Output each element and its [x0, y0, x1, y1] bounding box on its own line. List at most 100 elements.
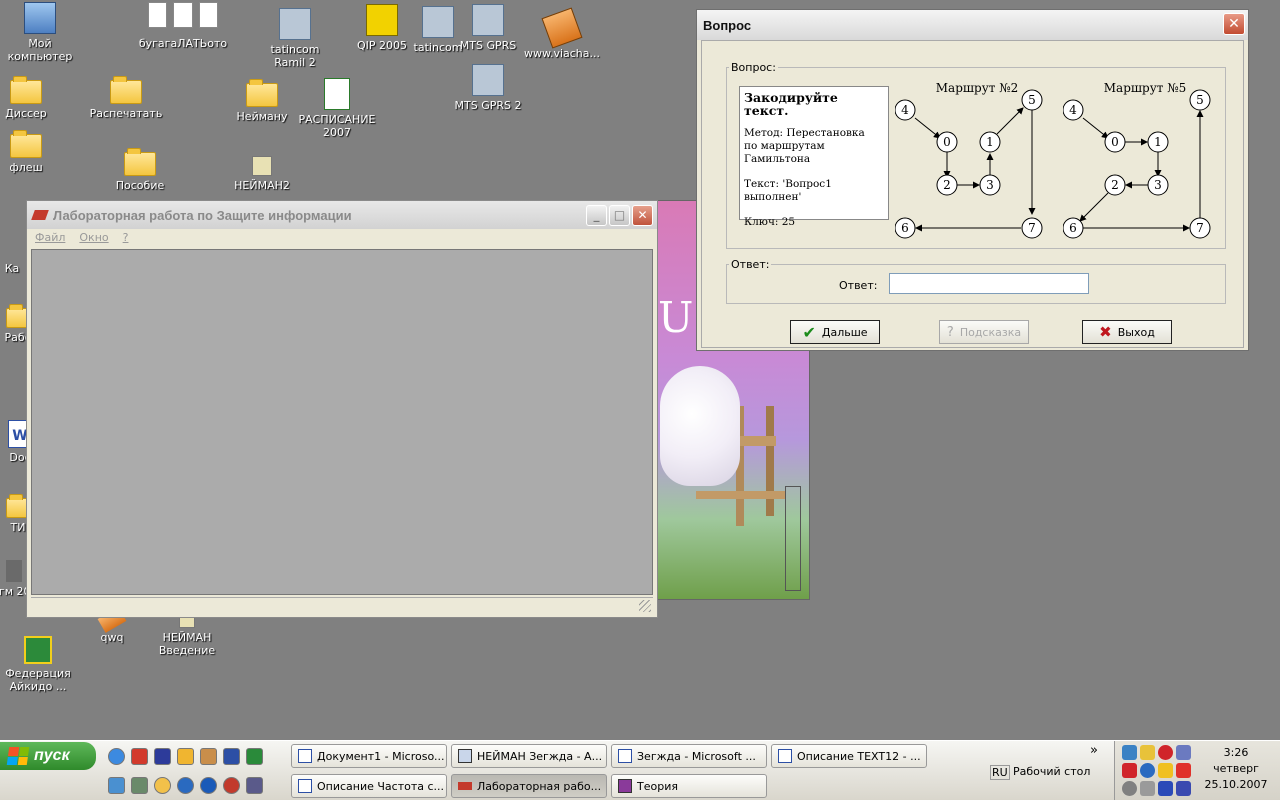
dialog-titlebar[interactable]: Вопрос ✕ — [697, 10, 1248, 40]
task-lab-work[interactable]: Лабораторная рабо... — [451, 774, 607, 798]
taskbar-chevron[interactable]: » — [1090, 743, 1098, 758]
desktop-icon-disser[interactable]: Диссер — [0, 76, 66, 120]
desktop-icon-neymanu[interactable]: Нейману — [222, 79, 302, 123]
route-2-node-5: 5 — [1021, 89, 1043, 111]
route-2-node-4: 4 — [894, 99, 916, 121]
svg-text:5: 5 — [1196, 93, 1204, 107]
svg-text:0: 0 — [1111, 135, 1119, 149]
folder-icon — [124, 148, 156, 176]
close-button[interactable]: ✕ — [632, 205, 653, 226]
volume-icon[interactable] — [1140, 781, 1155, 796]
desktop-toolbar[interactable]: Рабочий стол — [1013, 765, 1090, 778]
answer-group: Ответ: Ответ: — [726, 258, 1226, 304]
internet-explorer-icon[interactable] — [108, 748, 125, 765]
desktop-icon-tatincom-ramil[interactable]: tatincom Ramil 2 — [255, 8, 335, 69]
maximize-button[interactable]: □ — [609, 205, 630, 226]
task-opisanie-chastota[interactable]: Описание Частота с... — [291, 774, 447, 798]
antivirus-icon[interactable] — [1176, 763, 1191, 778]
menu-window[interactable]: Окно — [79, 229, 108, 247]
pencil-icon[interactable] — [177, 748, 194, 765]
desktop-icon-flesh[interactable]: флеш — [0, 130, 66, 174]
task-document1[interactable]: Документ1 - Microso... — [291, 744, 447, 768]
network-icon[interactable] — [1122, 745, 1137, 760]
svg-text:7: 7 — [1028, 221, 1036, 235]
route-5-node-1: 1 — [1147, 131, 1169, 153]
desktop-icon-raspisanie[interactable]: РАСПИСАНИЕ 2007 — [297, 78, 377, 139]
desktop-icon-neyman-vvedenie[interactable]: НЕЙМАН Введение — [147, 612, 227, 657]
task-opisanie-text12[interactable]: Описание TEXT12 - ... — [771, 744, 927, 768]
app-icon[interactable] — [246, 777, 263, 794]
lightning-icon[interactable] — [1140, 745, 1155, 760]
clock-icon[interactable] — [154, 777, 171, 794]
answer-input[interactable] — [889, 273, 1089, 294]
documents-icon — [148, 2, 218, 34]
resize-grip-icon[interactable] — [639, 600, 651, 612]
question-heading: Закодируйте текст. — [744, 90, 838, 118]
settings-icon[interactable] — [1122, 781, 1137, 796]
search-icon[interactable] — [177, 777, 194, 794]
question-group-label: Вопрос: — [731, 61, 776, 74]
question-method: Метод: Перестановка по маршрутам Гамильто… — [744, 127, 865, 165]
minimize-button[interactable]: _ — [586, 205, 607, 226]
excel-document-icon — [324, 78, 350, 110]
language-indicator[interactable]: RU — [990, 765, 1010, 780]
clock[interactable]: 3:26 четверг 25.10.2007 — [1196, 745, 1276, 793]
signature — [785, 486, 801, 591]
route-2-node-3: 3 — [979, 174, 1001, 196]
media-player-icon[interactable] — [200, 777, 217, 794]
excel-icon[interactable] — [246, 748, 263, 765]
warning-icon[interactable] — [1158, 763, 1173, 778]
word-icon[interactable] — [223, 748, 240, 765]
svg-text:0: 0 — [943, 135, 951, 149]
exit-button[interactable]: ✖ Выход — [1082, 320, 1172, 344]
folder-icon — [246, 79, 278, 107]
quick-launch-row-2 — [108, 777, 263, 794]
task-zegzhda-word[interactable]: Зегжда - Microsoft ... — [611, 744, 767, 768]
desktop-icon-mts-gprs[interactable]: MTS GPRS — [448, 4, 528, 52]
app-icon[interactable] — [223, 777, 240, 794]
desktop-icon-neyman2[interactable]: НЕЙМАН2 — [222, 156, 302, 192]
winamp-icon — [541, 7, 583, 49]
route-2-node-6: 6 — [894, 217, 916, 239]
user-icon[interactable] — [200, 748, 217, 765]
app-icon[interactable] — [131, 777, 148, 794]
word-icon — [298, 779, 312, 793]
answer-group-label: Ответ: — [731, 258, 770, 271]
desktop-icon-viacha[interactable]: www.viacha... — [522, 7, 602, 60]
route-5-node-6: 6 — [1062, 217, 1084, 239]
next-button[interactable]: ✔ Дальше — [790, 320, 880, 344]
desktop-icon-federaciya[interactable]: Федерация Айкидо ... — [0, 636, 78, 693]
update-icon[interactable] — [1140, 763, 1155, 778]
desktop-icon-posobie[interactable]: Пособие — [100, 148, 180, 192]
ru-icon[interactable] — [1158, 781, 1173, 796]
triangle-app-icon[interactable] — [131, 748, 148, 765]
menu-help[interactable]: ? — [123, 229, 129, 247]
trash-icon[interactable] — [1176, 781, 1191, 796]
clock-day: четверг — [1213, 762, 1259, 775]
lab-window-titlebar[interactable]: Лабораторная работа по Защите информации — [27, 201, 657, 229]
desktop-icon-mts-gprs-2[interactable]: MTS GPRS 2 — [448, 64, 528, 112]
folder-icon — [10, 76, 42, 104]
disconnected-icon[interactable] — [1176, 745, 1191, 760]
app-icon[interactable] — [108, 777, 125, 794]
route-5-node-2: 2 — [1104, 174, 1126, 196]
floppy-icon[interactable] — [154, 748, 171, 765]
route-2-title: Маршрут №2 — [936, 82, 1018, 95]
start-button[interactable]: пуск — [0, 742, 96, 770]
hint-button[interactable]: ? Подсказка — [939, 320, 1029, 344]
menu-file[interactable]: Файл — [35, 229, 65, 247]
checkmark-icon: ✔ — [802, 322, 816, 342]
task-teoriya[interactable]: Теория — [611, 774, 767, 798]
dialog-close-button[interactable]: ✕ — [1223, 13, 1245, 35]
mdi-client-area[interactable] — [31, 249, 653, 595]
stop-icon[interactable] — [1158, 745, 1173, 760]
kaspersky-icon[interactable] — [1122, 763, 1137, 778]
svg-text:5: 5 — [1028, 93, 1036, 107]
app-icon — [458, 782, 472, 790]
task-neyman-zegzhda[interactable]: НЕЙМАН Зегжда - А... — [451, 744, 607, 768]
desktop-icon-bugaga[interactable]: бугагаЛАТЬото — [128, 2, 238, 50]
question-text: Текст: 'Вопрос1 выполнен' — [744, 178, 832, 203]
desktop-icon-raspechatat[interactable]: Распечатать — [86, 76, 166, 120]
route-2-node-2: 2 — [936, 174, 958, 196]
desktop-icon-my-computer[interactable]: Мой компьютер — [0, 2, 80, 63]
